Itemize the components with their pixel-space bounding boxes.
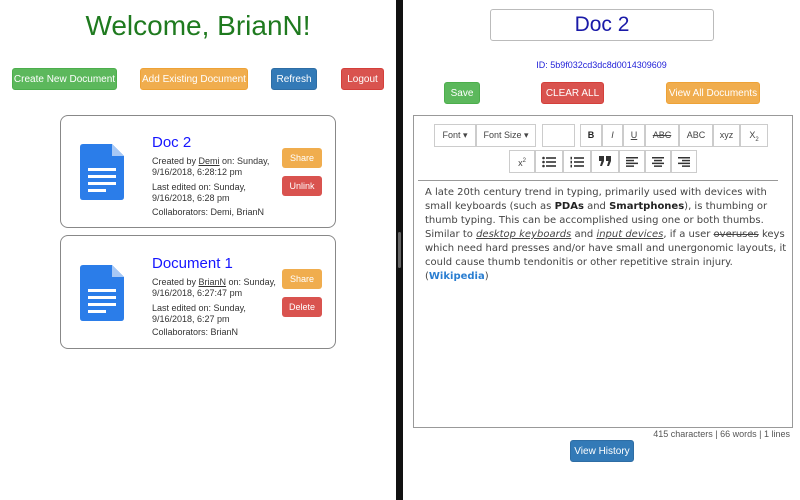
document-stats: 415 characters | 66 words | 1 lines bbox=[653, 429, 790, 439]
blockquote-button[interactable] bbox=[591, 150, 619, 173]
share-button[interactable]: Share bbox=[282, 148, 322, 168]
document-created: Created by BrianN on: Sunday, 9/16/2018,… bbox=[152, 277, 276, 298]
document-icon bbox=[80, 144, 124, 200]
document-collaborators: Collaborators: Demi, BrianN bbox=[152, 207, 265, 217]
subscript-button[interactable]: X2 bbox=[740, 124, 768, 147]
editor-content[interactable]: A late 20th century trend in typing, pri… bbox=[425, 186, 787, 284]
color-picker[interactable] bbox=[542, 124, 575, 147]
uppercase-button[interactable]: ABC bbox=[679, 124, 713, 147]
quote-icon bbox=[598, 156, 611, 167]
document-last-edited: Last edited on: Sunday, 9/16/2018, 6:27 … bbox=[152, 303, 246, 324]
numbered-list-icon bbox=[570, 156, 584, 168]
delete-button[interactable]: Delete bbox=[282, 297, 322, 317]
view-all-documents-button[interactable]: View All Documents bbox=[666, 82, 760, 104]
unlink-button[interactable]: Unlink bbox=[282, 176, 322, 196]
font-size-dropdown[interactable]: Font Size ▾ bbox=[476, 124, 536, 147]
document-title[interactable]: Document 1 bbox=[152, 255, 233, 272]
welcome-heading: Welcome, BrianN! bbox=[85, 10, 311, 41]
font-dropdown[interactable]: Font ▾ bbox=[434, 124, 476, 147]
document-created: Created by Demi on: Sunday, 9/16/2018, 6… bbox=[152, 156, 270, 177]
lowercase-button[interactable]: xyz bbox=[713, 124, 740, 147]
strikethrough-button[interactable]: ABC bbox=[645, 124, 679, 147]
document-title-input[interactable]: Doc 2 bbox=[490, 9, 714, 41]
view-history-button[interactable]: View History bbox=[570, 440, 634, 462]
document-card[interactable]: Document 1 Created by BrianN on: Sunday,… bbox=[60, 235, 336, 349]
creator-name: BrianN bbox=[198, 277, 227, 287]
pane-resize-handle[interactable] bbox=[398, 232, 401, 268]
input-devices-link[interactable]: input devices bbox=[596, 229, 663, 240]
superscript-button[interactable]: x2 bbox=[509, 150, 535, 173]
editor-pane: Doc 2 ID: 5b9f032cd3dc8d0014309609 Save … bbox=[403, 0, 800, 500]
document-collaborators: Collaborators: BrianN bbox=[152, 327, 239, 337]
clear-all-button[interactable]: CLEAR ALL bbox=[541, 82, 604, 104]
align-center-icon bbox=[652, 156, 664, 167]
create-document-button[interactable]: Create New Document bbox=[12, 68, 117, 90]
bold-button[interactable]: B bbox=[580, 124, 602, 147]
wikipedia-link[interactable]: Wikipedia bbox=[429, 271, 485, 282]
document-card[interactable]: Doc 2 Created by Demi on: Sunday, 9/16/2… bbox=[60, 115, 336, 228]
refresh-button[interactable]: Refresh bbox=[271, 68, 317, 90]
bulleted-list-icon bbox=[542, 156, 556, 167]
document-id: ID: 5b9f032cd3dc8d0014309609 bbox=[536, 60, 667, 70]
align-left-button[interactable] bbox=[619, 150, 645, 173]
add-existing-document-button[interactable]: Add Existing Document bbox=[140, 68, 248, 90]
bulleted-list-button[interactable] bbox=[535, 150, 563, 173]
caret-down-icon: ▾ bbox=[524, 130, 529, 140]
align-center-button[interactable] bbox=[645, 150, 671, 173]
caret-down-icon: ▾ bbox=[463, 130, 468, 140]
align-right-button[interactable] bbox=[671, 150, 697, 173]
underline-button[interactable]: U bbox=[623, 124, 645, 147]
document-title[interactable]: Doc 2 bbox=[152, 134, 191, 151]
documents-pane: Welcome, BrianN! Create New Document Add… bbox=[0, 0, 396, 500]
document-icon bbox=[80, 265, 124, 321]
save-button[interactable]: Save bbox=[444, 82, 480, 104]
document-last-edited: Last edited on: Sunday, 9/16/2018, 6:28 … bbox=[152, 182, 246, 203]
rich-text-editor[interactable]: Font ▾ Font Size ▾ B I U ABC ABC xyz X2 … bbox=[413, 115, 793, 428]
align-right-icon bbox=[678, 156, 690, 167]
numbered-list-button[interactable] bbox=[563, 150, 591, 173]
desktop-keyboards-link[interactable]: desktop keyboards bbox=[476, 229, 571, 240]
italic-button[interactable]: I bbox=[602, 124, 623, 147]
share-button[interactable]: Share bbox=[282, 269, 322, 289]
logout-button[interactable]: Logout bbox=[341, 68, 384, 90]
align-left-icon bbox=[626, 156, 638, 167]
creator-name: Demi bbox=[198, 156, 220, 166]
toolbar-separator bbox=[418, 180, 778, 181]
